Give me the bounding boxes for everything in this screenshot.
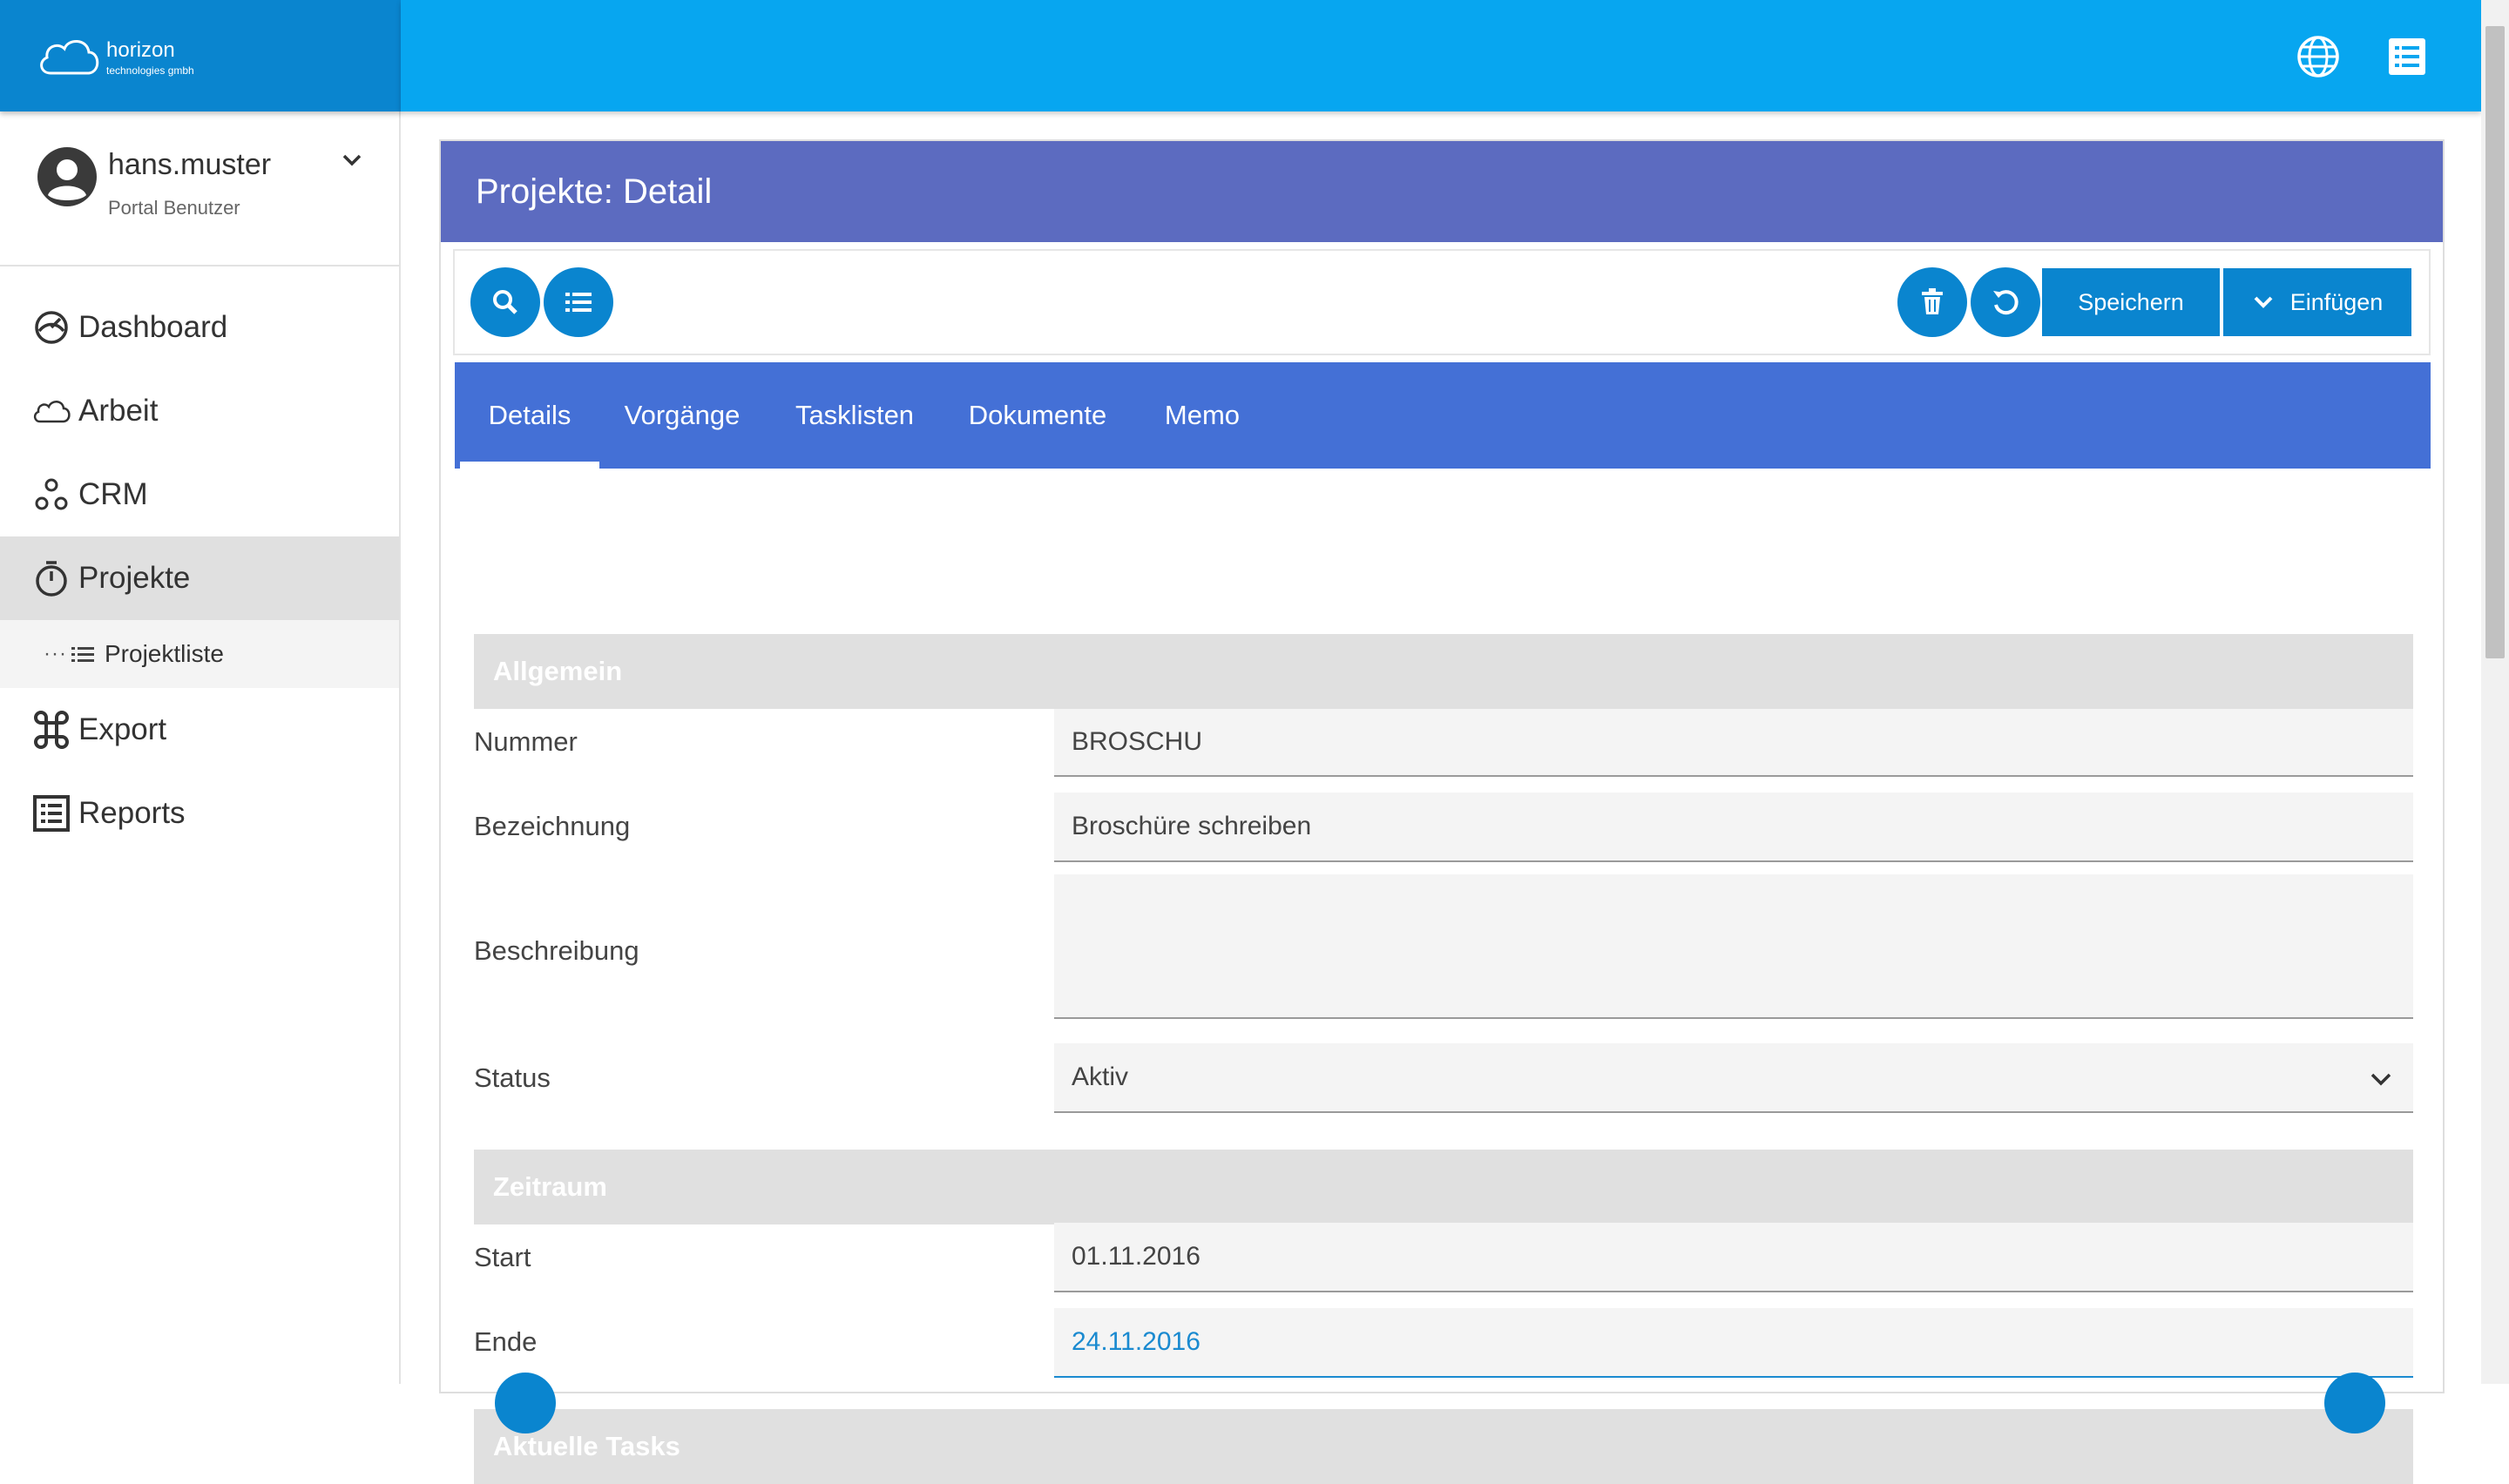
cloud-logo-icon <box>40 40 99 75</box>
search-icon <box>493 290 517 314</box>
list-icon <box>565 293 592 312</box>
top-bar <box>401 0 2481 111</box>
ende-label: Ende <box>474 1326 538 1357</box>
cloud-icon <box>31 391 71 431</box>
chevron-down-icon <box>2370 1073 2391 1086</box>
end-date-field[interactable]: 24.11.2016 <box>1054 1308 2413 1378</box>
toolbar: Speichern Einfügen <box>453 249 2431 355</box>
delete-button[interactable] <box>1897 267 1967 337</box>
sidebar-nav: Dashboard Arbeit CRM Projekte ··· Projek… <box>0 286 399 855</box>
bezeichnung-label: Bezeichnung <box>474 811 631 841</box>
task-action-button[interactable] <box>2324 1373 2385 1433</box>
task-action-button[interactable] <box>495 1373 556 1433</box>
command-icon <box>31 710 71 750</box>
sidebar-item-label: Arbeit <box>78 394 159 428</box>
globe-icon[interactable] <box>2296 35 2340 78</box>
sidebar-item-reports[interactable]: Reports <box>0 772 399 855</box>
tab-dokumente[interactable]: Dokumente <box>944 362 1131 469</box>
status-select[interactable]: Aktiv <box>1054 1043 2413 1113</box>
save-button[interactable]: Speichern <box>2042 268 2220 336</box>
tab-bar: Details Vorgänge Tasklisten Dokumente Me… <box>455 362 2431 469</box>
sidebar-item-crm[interactable]: CRM <box>0 453 399 536</box>
search-button[interactable] <box>470 267 540 337</box>
beschreibung-label: Beschreibung <box>474 935 639 966</box>
sidebar-item-projekte[interactable]: Projekte <box>0 536 399 620</box>
tab-vorgaenge[interactable]: Vorgänge <box>599 362 765 469</box>
undo-button[interactable] <box>1971 267 2040 337</box>
sidebar-item-label: Dashboard <box>78 310 228 344</box>
dashboard-icon <box>31 307 71 347</box>
insert-button[interactable]: Einfügen <box>2223 268 2411 336</box>
start-label: Start <box>474 1242 531 1272</box>
nummer-field[interactable]: BROSCHU <box>1054 709 2413 777</box>
start-date-field[interactable]: 01.11.2016 <box>1054 1223 2413 1292</box>
sidebar-subitem-projektliste[interactable]: ··· Projektliste <box>0 620 399 688</box>
avatar-icon <box>37 147 97 206</box>
scrollbar-thumb[interactable] <box>2485 26 2505 658</box>
nummer-label: Nummer <box>474 726 578 757</box>
panel-header: Projekte: Detail <box>441 141 2443 242</box>
bezeichnung-field[interactable]: Broschüre schreiben <box>1054 793 2413 862</box>
stopwatch-icon <box>31 558 71 598</box>
undo-icon <box>1993 290 2019 315</box>
network-icon <box>31 475 71 515</box>
scrollbar[interactable] <box>2481 0 2509 1384</box>
chevron-down-icon <box>2254 296 2273 308</box>
section-header-zeitraum: Zeitraum <box>474 1150 2413 1224</box>
sidebar-item-label: Export <box>78 712 167 746</box>
sidebar-item-export[interactable]: Export <box>0 688 399 772</box>
sidebar-item-label: CRM <box>78 477 148 511</box>
detail-panel: Projekte: Detail Speichern Einfügen Deta… <box>439 139 2445 1484</box>
sidebar-item-label: Reports <box>78 796 186 830</box>
chevron-down-icon[interactable] <box>338 146 366 174</box>
brand-name: horizon <box>106 38 175 62</box>
page-title: Projekte: Detail <box>476 172 713 211</box>
sidebar-item-label: Projekte <box>78 561 191 595</box>
insert-button-label: Einfügen <box>2289 288 2384 315</box>
sidebar-subitem-label: Projektliste <box>105 640 224 667</box>
tree-dots-icon: ··· <box>44 642 67 665</box>
status-value: Aktiv <box>1072 1062 1129 1091</box>
section-header-aktuelle-tasks: Aktuelle Tasks <box>474 1409 2413 1484</box>
tab-tasklisten[interactable]: Tasklisten <box>765 362 944 469</box>
list-view-button[interactable] <box>544 267 613 337</box>
section-header-allgemein: Allgemein <box>474 634 2413 709</box>
report-list-icon <box>31 793 71 833</box>
trash-icon <box>1922 288 1943 314</box>
sidebar: horizon technologies gmbh hans.muster Po… <box>0 0 401 1384</box>
tab-memo[interactable]: Memo <box>1131 362 1274 469</box>
tab-details[interactable]: Details <box>460 362 599 469</box>
sidebar-item-arbeit[interactable]: Arbeit <box>0 369 399 453</box>
user-panel[interactable]: hans.muster Portal Benutzer <box>0 111 399 266</box>
status-label: Status <box>474 1062 551 1093</box>
brand-header: horizon technologies gmbh <box>0 0 401 111</box>
user-name: hans.muster <box>108 148 272 181</box>
list-icon[interactable] <box>2387 37 2427 77</box>
user-role: Portal Benutzer <box>108 197 240 219</box>
brand-subtitle: technologies gmbh <box>106 64 194 77</box>
sidebar-item-dashboard[interactable]: Dashboard <box>0 286 399 369</box>
beschreibung-textarea[interactable] <box>1054 874 2413 1019</box>
list-icon <box>71 641 98 667</box>
